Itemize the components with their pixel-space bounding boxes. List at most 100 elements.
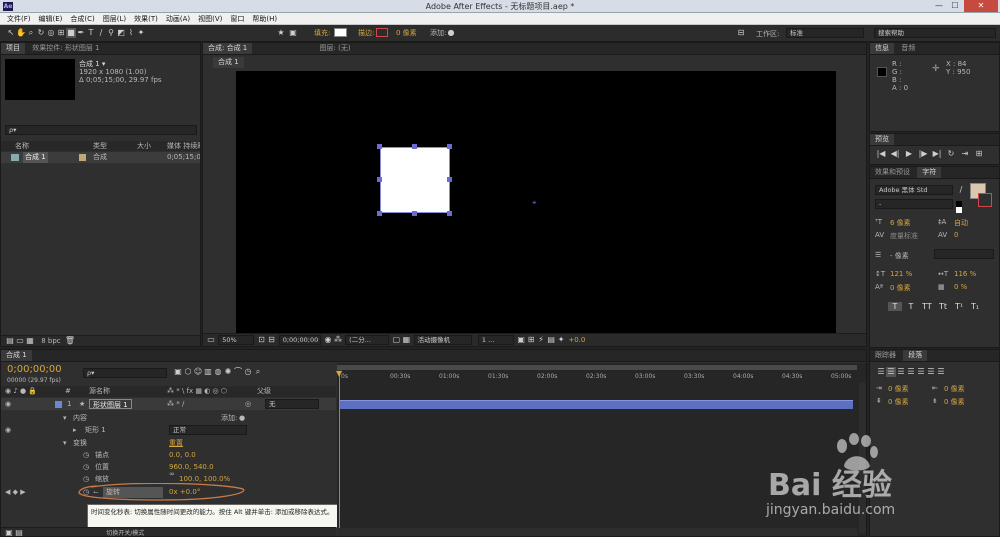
hscale-value[interactable]: 116 %	[954, 270, 976, 278]
text-style-button[interactable]: T	[888, 302, 902, 311]
brush-tool-icon[interactable]: ∕	[96, 28, 106, 38]
roi-icon[interactable]: ▢	[391, 335, 401, 345]
menu-item[interactable]: 编辑(E)	[35, 13, 67, 25]
toggle-switches-icon[interactable]: ▣	[4, 528, 14, 536]
stroke-swatch[interactable]	[376, 28, 388, 37]
puppet-tool-icon[interactable]: ✦	[136, 28, 146, 38]
menu-item[interactable]: 合成(C)	[66, 13, 98, 25]
align-left-icon[interactable]: ☰	[876, 367, 886, 377]
align-right-icon[interactable]: ☰	[896, 367, 906, 377]
minimize-button[interactable]: —	[932, 1, 946, 11]
handle[interactable]	[412, 211, 417, 216]
tsume-value[interactable]: 0 %	[954, 283, 967, 291]
new-comp-icon[interactable]: ▦	[25, 336, 35, 346]
tab-paragraph[interactable]: 段落	[903, 350, 928, 361]
char-stroke-width[interactable]: - 像素	[890, 251, 909, 261]
stroke-width-value[interactable]: 0 像素	[396, 28, 417, 38]
clone-tool-icon[interactable]: ⚲	[106, 28, 116, 38]
tab-effect-controls[interactable]: 效果控件: 形状图层 1	[27, 43, 104, 54]
toggle-panel-icon[interactable]: ⊟	[736, 28, 746, 38]
justify-left-icon[interactable]: ☰	[906, 367, 916, 377]
current-time-indicator[interactable]	[339, 371, 340, 536]
trash-icon[interactable]: 🗑	[65, 336, 75, 346]
justify-right-icon[interactable]: ☰	[926, 367, 936, 377]
timeline-timecode[interactable]: 0;00;00;00	[7, 364, 62, 375]
col-type[interactable]: 类型	[93, 141, 107, 151]
prop-rotation-row[interactable]: ◀ ◆ ▶ ◷ ⌙ 旋转 0x +0.0°	[1, 483, 336, 501]
maximize-button[interactable]: ☐	[948, 1, 962, 11]
bpc-label[interactable]: 8 bpc	[41, 337, 60, 345]
eyedropper-icon[interactable]: ∕	[956, 185, 966, 195]
project-item-row[interactable]: 合成 1 合成 0;05;15;00	[1, 152, 200, 163]
tab-timeline-comp[interactable]: 合成 1	[1, 350, 32, 361]
tab-project[interactable]: 项目	[1, 43, 25, 54]
roto-tool-icon[interactable]: ⌇	[126, 28, 136, 38]
resolution-select[interactable]: (二分...	[345, 335, 390, 345]
blend-mode-select[interactable]: 正常	[169, 425, 247, 435]
eye-icon[interactable]: ◉	[5, 424, 11, 436]
track-area[interactable]: 0s 00:30s 01:00s 01:30s 02:00s 02:30s 03:00s 03…	[336, 363, 866, 536]
shy-icon[interactable]: ☺	[193, 367, 203, 377]
comp-mini-flowchart-icon[interactable]: ▣	[173, 367, 183, 377]
preview-control-button[interactable]: |◀	[876, 149, 886, 159]
stopwatch-icon[interactable]: ◷	[83, 461, 89, 473]
col-parent[interactable]: 父级	[257, 386, 271, 397]
toggle-pixel-icon[interactable]: ▣	[516, 335, 526, 345]
tab-tracker[interactable]: 跟踪器	[870, 350, 901, 361]
font-select[interactable]: Adobe 黑体 Std	[875, 185, 953, 195]
camera-tool-icon[interactable]: ◎	[46, 28, 56, 38]
font-size-value[interactable]: 6 像素	[890, 218, 911, 228]
rectangle-tool-icon[interactable]: ■	[66, 28, 76, 38]
handle[interactable]	[447, 144, 452, 149]
workspace-select[interactable]: 标准	[786, 28, 864, 38]
preview-control-button[interactable]: ⊞	[974, 149, 984, 159]
constrain-link-icon[interactable]: ∞	[169, 468, 175, 480]
white-rectangle-shape[interactable]	[380, 147, 450, 213]
tracking-value[interactable]: 0	[954, 231, 958, 239]
prop-anchor-row[interactable]: ◷ 锚点 0.0, 0.0	[1, 449, 336, 461]
star-icon[interactable]: ★	[276, 28, 286, 38]
timeline-search-input[interactable]: ρ▾	[83, 368, 167, 378]
collapse-arrow-icon[interactable]: ▸	[73, 424, 77, 436]
menu-item[interactable]: 图层(L)	[99, 13, 130, 25]
expand-arrow-icon[interactable]: ▾	[63, 412, 67, 424]
exposure-value[interactable]: +0.0	[568, 336, 585, 344]
toggle-modes-icon[interactable]: ▤	[14, 528, 24, 536]
views-select[interactable]: 1 ...	[477, 335, 514, 345]
preview-control-button[interactable]: |▶	[918, 149, 928, 159]
stopwatch-icon[interactable]: ◷	[83, 449, 89, 461]
text-tool-icon[interactable]: T	[86, 28, 96, 38]
handle[interactable]	[377, 177, 382, 182]
switches-modes-label[interactable]: 切换开关/模式	[106, 530, 144, 536]
stroke-order-select[interactable]	[934, 249, 994, 259]
preview-control-button[interactable]: ◀|	[890, 149, 900, 159]
time-ruler[interactable]: 0s 00:30s 01:00s 01:30s 02:00s 02:30s 03:00s 03…	[337, 371, 857, 383]
channel-icon[interactable]: ⁂	[333, 335, 343, 345]
tab-layer[interactable]: 图层: (无)	[315, 43, 356, 54]
space-after-value[interactable]: 0 像素	[944, 397, 965, 407]
motion-blur-icon[interactable]: ◍	[213, 367, 223, 377]
comp-viewer[interactable]: ⌖	[236, 71, 836, 334]
tab-effects-presets[interactable]: 效果和预设	[870, 167, 915, 178]
handle[interactable]	[377, 211, 382, 216]
font-style-select[interactable]: -	[875, 199, 953, 209]
layer-switches[interactable]: ⁂ * /	[167, 398, 184, 410]
col-duration[interactable]: 媒体 持续时	[167, 141, 200, 151]
tab-character[interactable]: 字符	[917, 167, 942, 178]
handle[interactable]	[412, 144, 417, 149]
white-swatch[interactable]	[956, 207, 962, 213]
anchor-point-icon[interactable]: ⌖	[532, 198, 537, 208]
justify-all-icon[interactable]: ☰	[936, 367, 946, 377]
menu-item[interactable]: 窗口	[226, 13, 248, 25]
rect-row[interactable]: ◉ ▸ 矩形 1 正常	[1, 424, 336, 436]
snap-icon[interactable]: ▣	[288, 28, 298, 38]
menu-item[interactable]: 视图(V)	[194, 13, 226, 25]
rotate-tool-icon[interactable]: ↻	[36, 28, 46, 38]
menu-item[interactable]: 动画(A)	[162, 13, 194, 25]
brainstorm-icon[interactable]: ✺	[223, 367, 233, 377]
tab-audio[interactable]: 音频	[896, 43, 920, 54]
timeline-icon[interactable]: ▤	[546, 335, 556, 345]
search-help-input[interactable]: 搜索帮助	[874, 28, 996, 38]
flowchart-icon[interactable]: ⊞	[526, 335, 536, 345]
work-area-bar[interactable]	[337, 365, 857, 370]
